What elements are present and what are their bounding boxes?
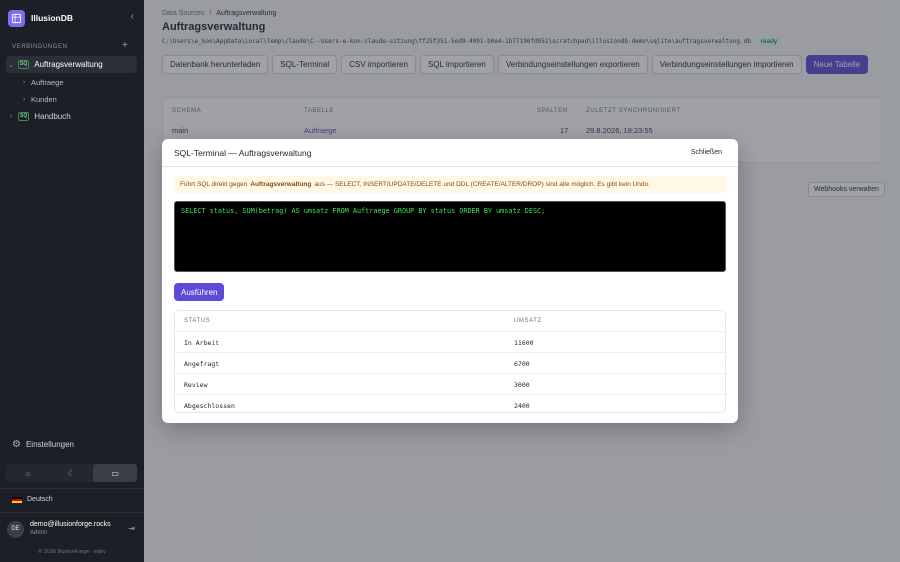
collapse-sidebar-icon[interactable]: ‹ (131, 12, 134, 22)
connections-section-label: Verbindungen (12, 44, 68, 50)
gear-icon: ⚙ (12, 439, 21, 450)
avatar: DE (7, 520, 24, 538)
table-label: Auftraege (31, 78, 64, 87)
sql-terminal-dialog: SQL-Terminal — Auftragsverwaltung Schlie… (162, 139, 738, 423)
chevron-right-icon[interactable]: › (6, 113, 16, 120)
chevron-right-icon[interactable]: › (20, 79, 28, 86)
dialog-header: SQL-Terminal — Auftragsverwaltung Schlie… (162, 139, 738, 167)
cell-status: Abgeschlossen (184, 402, 235, 410)
sidebar: IllusionDB ‹ Verbindungen + ⌄ SQ Auftrag… (0, 0, 144, 562)
result-header-row: status umsatz (175, 311, 725, 332)
connection-label: Auftragsverwaltung (34, 60, 103, 69)
german-flag-icon (12, 496, 22, 503)
sqlite-icon: SQ (18, 112, 30, 121)
warning-prefix: Führt SQL direkt gegen (180, 181, 248, 188)
app-name: IllusionDB (31, 13, 74, 23)
add-connection-icon[interactable]: + (122, 41, 128, 51)
warning-suffix: aus — SELECT, INSERT/UPDATE/DELETE und D… (314, 181, 650, 188)
app-header: IllusionDB ‹ (8, 9, 136, 27)
divider (0, 488, 144, 489)
connection-item-handbuch[interactable]: › SQ Handbuch (6, 108, 137, 125)
user-role: Admin (30, 530, 48, 536)
table-row: In Arbeit 11600 (175, 331, 725, 352)
sqlite-icon: SQ (18, 60, 30, 69)
user-profile: DE demo@illusionforge.rocks Admin ⇥ (7, 519, 137, 539)
connection-item-auftragsverwaltung[interactable]: ⌄ SQ Auftragsverwaltung (6, 56, 137, 73)
table-row: Abgeschlossen 2400 (175, 394, 725, 412)
divider (0, 512, 144, 513)
chevron-right-icon[interactable]: › (20, 96, 28, 103)
result-table: status umsatz In Arbeit 11600 Angefragt … (174, 310, 726, 413)
chevron-down-icon[interactable]: ⌄ (6, 61, 16, 69)
app-logo-icon (8, 9, 25, 27)
cell-status: In Arbeit (184, 339, 220, 347)
cell-umsatz: 6700 (514, 360, 530, 368)
user-email: demo@illusionforge.rocks (30, 521, 111, 528)
table-item-kunden[interactable]: › Kunden (20, 95, 57, 104)
sun-icon[interactable]: ☼ (6, 464, 50, 482)
cell-umsatz: 11600 (514, 339, 534, 347)
table-label: Kunden (31, 95, 57, 104)
sql-query-editor[interactable]: SELECT status, SUM(betrag) AS umsatz FRO… (174, 201, 726, 272)
language-label: Deutsch (27, 496, 53, 503)
cell-umsatz: 2400 (514, 402, 530, 410)
logout-icon[interactable]: ⇥ (128, 524, 135, 533)
moon-icon[interactable]: ☾ (50, 464, 94, 482)
footer-copyright: © 2026 IllusionForge · edev (38, 549, 106, 555)
cell-status: Angefragt (184, 360, 220, 368)
settings-link[interactable]: ⚙ Einstellungen (12, 439, 74, 450)
result-header-umsatz: umsatz (514, 318, 542, 324)
dialog-title: SQL-Terminal — Auftragsverwaltung (174, 148, 312, 158)
table-row: Review 3000 (175, 373, 725, 394)
close-button[interactable]: Schließen (691, 149, 722, 156)
connection-label: Handbuch (34, 112, 71, 121)
warning-banner: Führt SQL direkt gegen Auftragsverwaltun… (174, 176, 726, 193)
result-header-status: status (184, 318, 211, 324)
cell-umsatz: 3000 (514, 381, 530, 389)
monitor-icon[interactable]: ▭ (93, 464, 138, 482)
run-query-button[interactable]: Ausführen (174, 283, 225, 301)
settings-label: Einstellungen (25, 440, 75, 449)
cell-status: Review (184, 381, 208, 389)
warning-db-name: Auftragsverwaltung (250, 181, 312, 188)
theme-switcher: ☼ ☾ ▭ (6, 464, 138, 482)
table-item-auftraege[interactable]: › Auftraege (20, 78, 64, 87)
language-selector[interactable]: Deutsch (12, 496, 53, 503)
table-row: Angefragt 6700 (175, 352, 725, 373)
